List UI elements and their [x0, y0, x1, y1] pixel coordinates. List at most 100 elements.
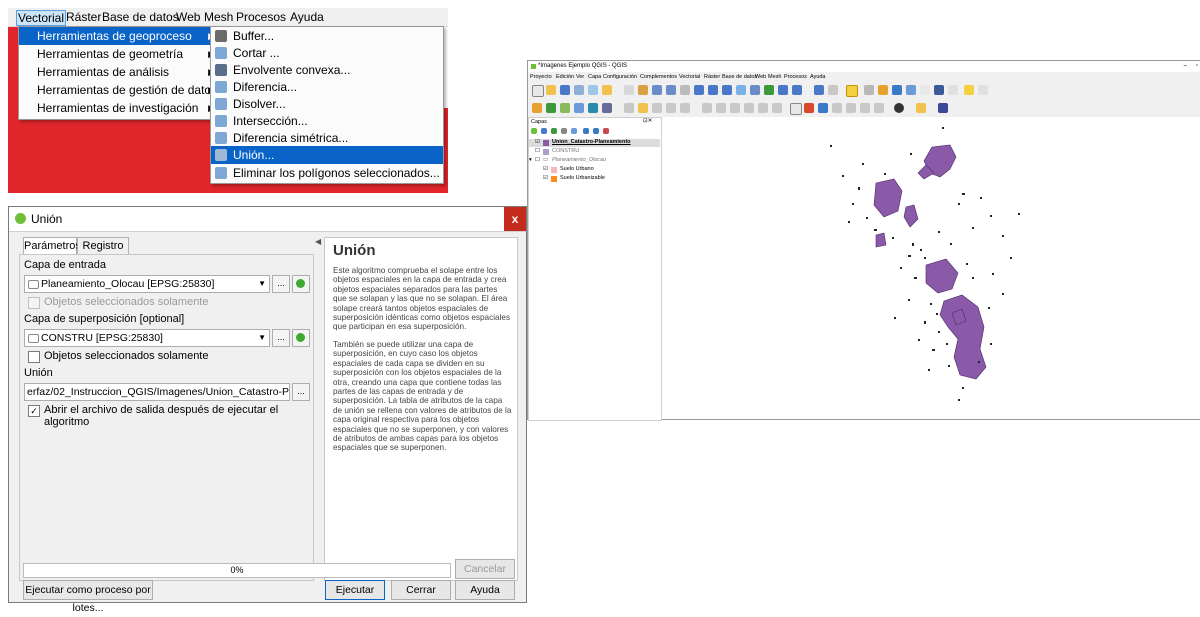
- qmenu-web[interactable]: Web: [755, 72, 766, 82]
- zoom-in-icon[interactable]: [652, 85, 662, 95]
- layer-checkbox[interactable]: ☐: [535, 157, 540, 163]
- minimize-icon[interactable]: –: [1184, 61, 1187, 72]
- menu-item-buffer[interactable]: Buffer...: [211, 27, 443, 45]
- output-browse-button[interactable]: ...: [292, 383, 310, 401]
- layer-checkbox[interactable]: ☑: [543, 175, 548, 181]
- batch-process-button[interactable]: Ejecutar como proceso por lotes...: [23, 580, 153, 614]
- menu-item-intersection[interactable]: Intersección...: [211, 112, 443, 130]
- python-icon[interactable]: [916, 103, 926, 113]
- label-rotate-icon[interactable]: [860, 103, 870, 113]
- measure-icon[interactable]: [948, 85, 958, 95]
- current-edits-icon[interactable]: [624, 103, 634, 113]
- toggle-editing-icon[interactable]: [638, 103, 648, 113]
- zoom-full-icon[interactable]: [694, 85, 704, 95]
- layer-row-suelo-urbano[interactable]: ☑ Suelo Urbano: [529, 166, 660, 174]
- zoom-last-icon[interactable]: [750, 85, 760, 95]
- plugin-icon[interactable]: [894, 103, 904, 113]
- vertex-tool-icon[interactable]: [680, 103, 690, 113]
- collapse-arrow-icon[interactable]: ◀: [315, 237, 321, 246]
- add-vector-layer-icon[interactable]: [532, 103, 542, 113]
- pan-to-selection-icon[interactable]: [638, 85, 648, 95]
- attribute-table-icon[interactable]: [892, 85, 902, 95]
- layer-row-union[interactable]: ☑ Union_Catastro-Planeamiento: [529, 139, 660, 147]
- zoom-out-icon[interactable]: [666, 85, 676, 95]
- submenu-research-tools[interactable]: Herramientas de investigación ▶: [19, 99, 219, 117]
- open-styling-icon[interactable]: [531, 128, 537, 134]
- cut-features-icon[interactable]: [716, 103, 726, 113]
- new-project-icon[interactable]: [532, 85, 544, 97]
- add-group-icon[interactable]: [541, 128, 547, 134]
- close-button[interactable]: Cerrar: [391, 580, 451, 600]
- qmenu-base-de-datos[interactable]: Base de datos: [722, 72, 757, 82]
- collapse-all-icon[interactable]: [593, 128, 599, 134]
- menu-raster[interactable]: Ráster: [66, 10, 101, 24]
- input-layer-browse-button[interactable]: ...: [272, 275, 290, 293]
- label-pin-icon[interactable]: [818, 103, 828, 113]
- menu-base-de-datos[interactable]: Base de datos: [102, 10, 179, 24]
- qmenu-configuracion[interactable]: Configuración: [603, 72, 637, 82]
- digitize-icon[interactable]: [574, 103, 584, 113]
- undo-icon[interactable]: [758, 103, 768, 113]
- qmenu-complementos[interactable]: Complementos: [640, 72, 677, 82]
- qmenu-mesh[interactable]: Mesh: [768, 72, 781, 82]
- help-book-icon[interactable]: [938, 103, 948, 113]
- zoom-layer-icon[interactable]: [722, 85, 732, 95]
- label-show-icon[interactable]: [832, 103, 842, 113]
- menu-item-difference[interactable]: Diferencia...: [211, 78, 443, 96]
- overlay-layer-browse-button[interactable]: ...: [272, 329, 290, 347]
- field-calculator-icon[interactable]: [906, 85, 916, 95]
- overlay-layer-iterate-icon[interactable]: [292, 329, 310, 347]
- zoom-selection-icon[interactable]: [708, 85, 718, 95]
- layer-checkbox[interactable]: ☐: [535, 148, 540, 154]
- zoom-next-icon[interactable]: [764, 85, 774, 95]
- layer-row-suelo-urbanizable[interactable]: ☑ Suelo Urbanizable: [529, 175, 660, 183]
- select-by-value-icon[interactable]: [864, 85, 874, 95]
- close-icon[interactable]: x: [504, 207, 526, 231]
- qmenu-capa[interactable]: Capa: [588, 72, 601, 82]
- qmenu-vectorial[interactable]: Vectorial: [679, 72, 700, 82]
- layer-checkbox[interactable]: ☑: [535, 139, 540, 145]
- qmenu-procesos[interactable]: Procesos: [784, 72, 807, 82]
- label-change-icon[interactable]: [874, 103, 884, 113]
- paste-features-icon[interactable]: [744, 103, 754, 113]
- submenu-geoprocess-tools[interactable]: Herramientas de geoproceso ▶: [19, 27, 219, 45]
- add-feature-icon[interactable]: [666, 103, 676, 113]
- filter-icon[interactable]: [561, 128, 567, 134]
- info-icon[interactable]: [828, 85, 838, 95]
- menu-item-union[interactable]: Unión...: [211, 146, 443, 164]
- add-wms-icon[interactable]: [588, 103, 598, 113]
- restore-icon[interactable]: ▫: [1196, 61, 1198, 72]
- add-raster-layer-icon[interactable]: [546, 103, 556, 113]
- input-layer-iterate-icon[interactable]: [292, 275, 310, 293]
- new-map-view-icon[interactable]: [778, 85, 788, 95]
- qmenu-proyecto[interactable]: Proyecto: [530, 72, 552, 82]
- open-output-checkbox[interactable]: ✓: [28, 405, 40, 417]
- chevron-down-icon[interactable]: ▾: [529, 157, 532, 163]
- print-layout-icon[interactable]: [588, 85, 598, 95]
- copy-features-icon[interactable]: [730, 103, 740, 113]
- redo-icon[interactable]: [772, 103, 782, 113]
- label-move-icon[interactable]: [846, 103, 856, 113]
- statistics-icon[interactable]: [934, 85, 944, 95]
- menu-item-eliminate[interactable]: Eliminar los polígonos seleccionados...: [211, 164, 443, 182]
- qmenu-raster[interactable]: Ráster: [704, 72, 720, 82]
- label-icon[interactable]: [790, 103, 802, 115]
- overlay-layer-combo[interactable]: CONSTRU [EPSG:25830] ▼: [24, 329, 270, 347]
- save-project-icon[interactable]: [560, 85, 570, 95]
- select-features-icon[interactable]: [846, 85, 858, 97]
- submenu-geometry-tools[interactable]: Herramientas de geometría ▶: [19, 45, 219, 63]
- qmenu-ayuda[interactable]: Ayuda: [810, 72, 826, 82]
- panel-close-icon[interactable]: ⊡✕: [643, 118, 652, 124]
- help-button[interactable]: Ayuda: [455, 580, 515, 600]
- qmenu-ver[interactable]: Ver: [576, 72, 584, 82]
- text-annotation-icon[interactable]: [978, 85, 988, 95]
- menu-item-sym-difference[interactable]: Diferencia simétrica...: [211, 129, 443, 147]
- qmenu-edicion[interactable]: Edición: [556, 72, 574, 82]
- deselect-icon[interactable]: [878, 85, 888, 95]
- pan-icon[interactable]: [624, 85, 634, 95]
- save-as-icon[interactable]: [574, 85, 584, 95]
- overlay-selected-only-checkbox[interactable]: [28, 351, 40, 363]
- map-canvas[interactable]: [661, 117, 1200, 419]
- menu-ayuda[interactable]: Ayuda: [290, 10, 324, 24]
- save-edits-icon[interactable]: [652, 103, 662, 113]
